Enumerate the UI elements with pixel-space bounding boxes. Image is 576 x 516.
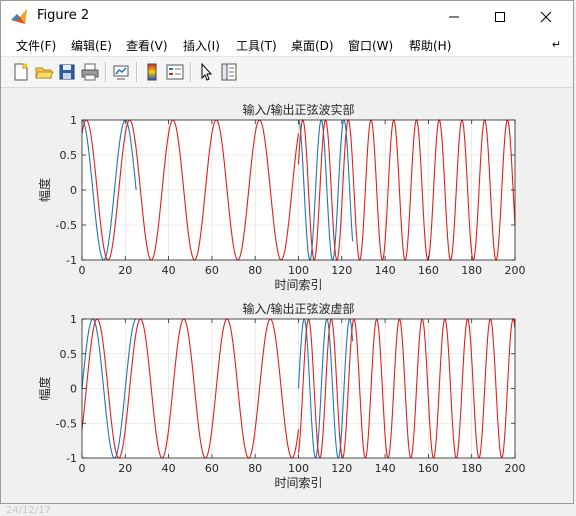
y-tick-label: 1 — [70, 114, 77, 127]
x-tick-label: 160 — [418, 264, 439, 277]
x-tick-label: 60 — [205, 462, 219, 475]
menu-desktop[interactable]: 桌面(D) — [291, 37, 334, 54]
figure-window: Figure 2 文件(F) 编辑(E) 查看(V) 插入(I) 工具(T) 桌… — [0, 0, 574, 504]
y-tick-label: 0 — [70, 383, 77, 396]
x-tick-label: 200 — [505, 462, 526, 475]
x-axis-label: 时间索引 — [274, 278, 322, 292]
new-figure-icon[interactable] — [11, 62, 31, 82]
x-tick-label: 200 — [505, 264, 526, 277]
figure-canvas: 0 20 40 60 80 100 120 140 160 180 200 1 0.5 0 -0.5 -1 输入… — [1, 89, 573, 503]
window-title: Figure 2 — [37, 8, 90, 23]
menu-window[interactable]: 窗口(W) — [348, 37, 393, 54]
x-tick-label: 160 — [418, 462, 439, 475]
y-tick-label: 0.5 — [60, 348, 78, 361]
x-tick-label: 120 — [331, 462, 352, 475]
open-folder-icon[interactable] — [34, 62, 54, 82]
x-tick-label: 180 — [461, 462, 482, 475]
x-tick-label: 120 — [331, 264, 352, 277]
pointer-icon[interactable] — [196, 62, 216, 82]
menu-help[interactable]: 帮助(H) — [409, 37, 451, 54]
figure-toolbar — [1, 57, 573, 88]
background-window-text: 24/12/17 — [6, 505, 51, 516]
x-tick-label: 20 — [118, 462, 132, 475]
chart-title: 输入/输出正弦波实部 — [242, 102, 354, 117]
maximize-button[interactable] — [477, 1, 523, 32]
menu-insert[interactable]: 插入(I) — [183, 37, 220, 54]
property-inspector-icon[interactable] — [219, 62, 239, 82]
x-tick-label: 140 — [375, 462, 396, 475]
x-tick-label: 100 — [288, 462, 309, 475]
y-tick-label: -0.5 — [56, 417, 77, 430]
toolbar-separator — [190, 62, 192, 82]
toolbar-separator — [136, 62, 138, 82]
x-tick-label: 80 — [248, 462, 262, 475]
x-tick-label: 100 — [288, 264, 309, 277]
x-tick-label: 0 — [79, 462, 86, 475]
save-icon[interactable] — [57, 62, 77, 82]
x-tick-label: 0 — [79, 264, 86, 277]
x-tick-label: 60 — [205, 264, 219, 277]
menu-view[interactable]: 查看(V) — [126, 37, 168, 54]
minimize-button[interactable] — [431, 1, 477, 32]
y-tick-label: 0 — [70, 184, 77, 197]
legend-icon[interactable] — [165, 62, 185, 82]
x-axis-label: 时间索引 — [274, 476, 322, 490]
minimize-icon — [449, 16, 459, 18]
colorbar-icon[interactable] — [142, 62, 162, 82]
plot-area: 0 20 40 60 80 100 120 140 160 180 20010.50-0.5-1输入… — [37, 102, 526, 490]
y-tick-label: -1 — [66, 254, 77, 267]
matlab-logo-icon — [11, 9, 27, 24]
link-plot-icon[interactable] — [111, 62, 131, 82]
menu-edit[interactable]: 编辑(E) — [71, 37, 112, 54]
x-tick-label: 40 — [162, 264, 176, 277]
close-button[interactable] — [523, 1, 569, 32]
close-icon — [540, 11, 552, 23]
x-tick-label: 20 — [118, 264, 132, 277]
y-tick-label: 1 — [70, 313, 77, 326]
y-axis-label: 幅度 — [37, 178, 52, 202]
maximize-icon — [495, 12, 505, 22]
title-bar[interactable]: Figure 2 — [1, 1, 573, 32]
x-tick-label: 80 — [248, 264, 262, 277]
y-tick-label: -1 — [66, 452, 77, 465]
y-axis-label: 幅度 — [37, 376, 52, 400]
y-tick-label: 0.5 — [60, 149, 78, 162]
toolbar-separator — [105, 62, 107, 82]
x-tick-label: 180 — [461, 264, 482, 277]
menu-bar: 文件(F) 编辑(E) 查看(V) 插入(I) 工具(T) 桌面(D) 窗口(W… — [1, 32, 573, 57]
menu-tools[interactable]: 工具(T) — [236, 37, 277, 54]
x-tick-label: 40 — [162, 462, 176, 475]
y-tick-label: -0.5 — [56, 219, 77, 232]
menu-file[interactable]: 文件(F) — [16, 37, 56, 54]
chart-title: 输入/输出正弦波虚部 — [242, 301, 354, 316]
print-icon[interactable] — [80, 62, 100, 82]
curved-arrow-icon[interactable]: ↵ — [552, 38, 561, 51]
x-tick-label: 140 — [375, 264, 396, 277]
